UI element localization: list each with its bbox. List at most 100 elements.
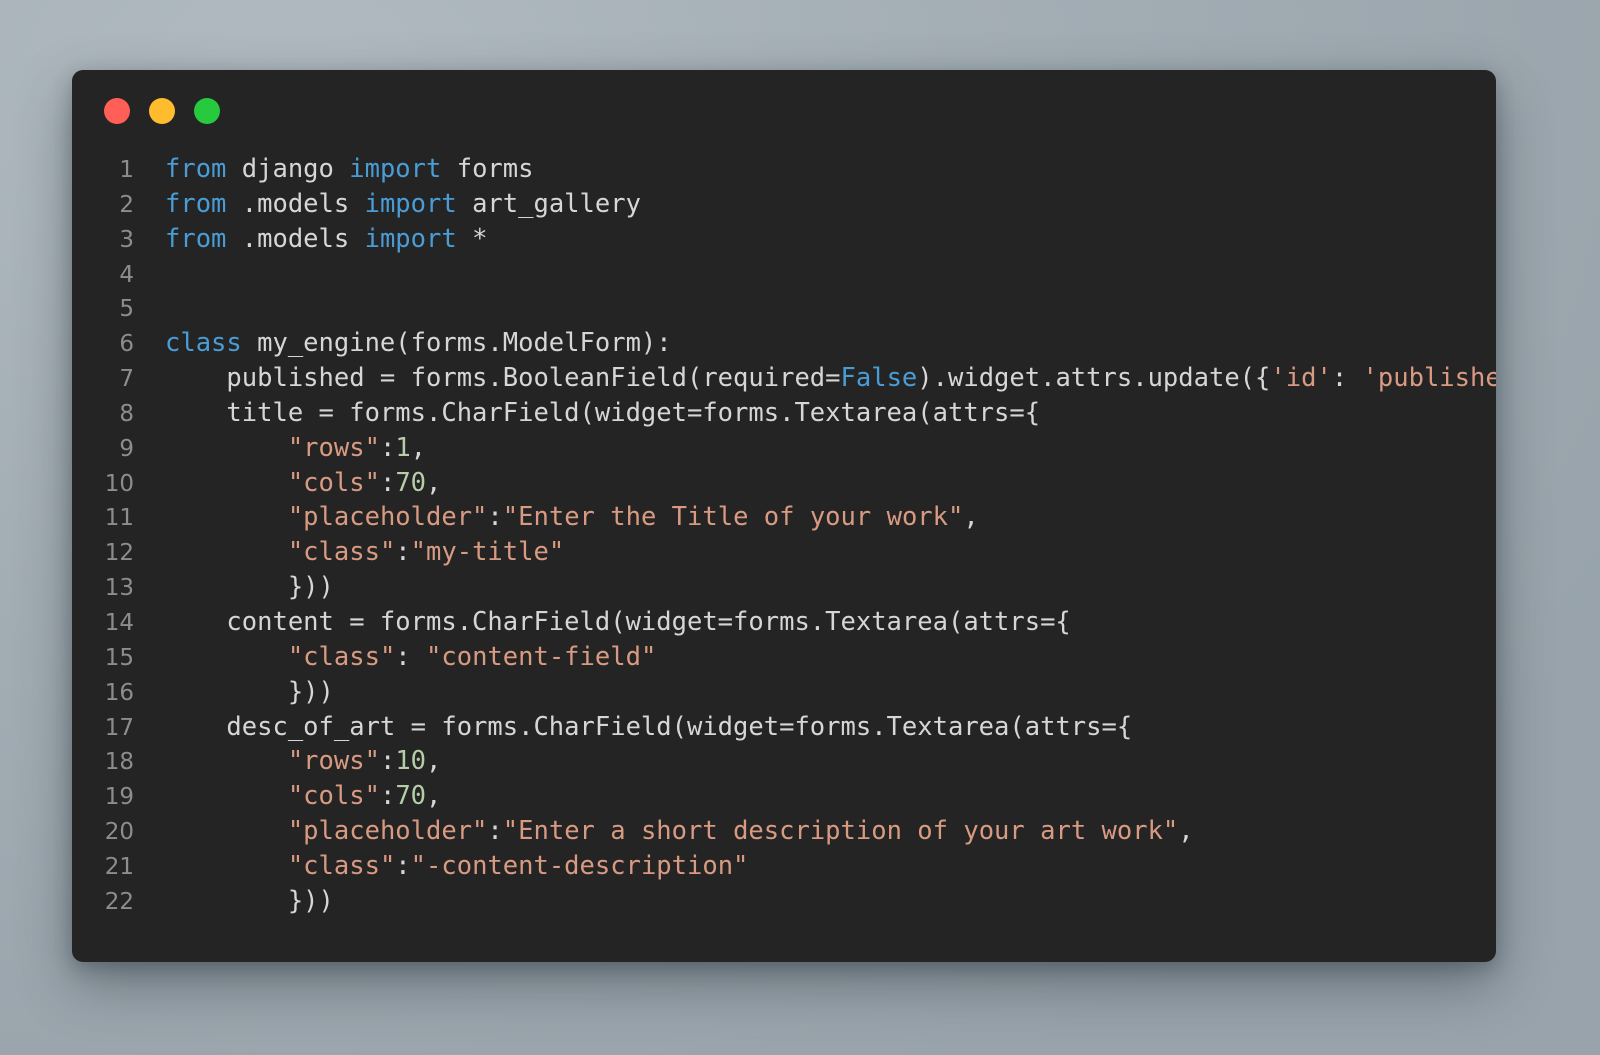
code-token: forms — [441, 154, 533, 184]
line-number: 22 — [72, 885, 134, 920]
code-line[interactable]: 20 "placeholder":"Enter a short descript… — [72, 814, 1496, 849]
code-token: "class" — [288, 537, 395, 567]
line-number: 8 — [72, 397, 134, 432]
line-number: 7 — [72, 362, 134, 397]
minimize-window-icon[interactable] — [149, 98, 175, 124]
line-number: 21 — [72, 850, 134, 885]
line-content: "rows":10, — [134, 744, 441, 779]
code-line[interactable]: 2from .models import art_gallery — [72, 187, 1496, 222]
code-line[interactable]: 21 "class":"-content-description" — [72, 849, 1496, 884]
code-line[interactable]: 19 "cols":70, — [72, 779, 1496, 814]
code-token — [165, 746, 288, 776]
code-line[interactable]: 11 "placeholder":"Enter the Title of you… — [72, 500, 1496, 535]
code-token: 1 — [395, 433, 410, 463]
line-content: "class":"-content-description" — [134, 849, 748, 884]
line-number: 3 — [72, 223, 134, 258]
window-titlebar — [72, 70, 1496, 152]
line-number: 15 — [72, 641, 134, 676]
code-token: "content-field" — [426, 642, 656, 672]
code-token: import — [349, 154, 441, 184]
code-token: .models — [226, 224, 364, 254]
code-line[interactable]: 4​ — [72, 257, 1496, 292]
code-token: "rows" — [288, 746, 380, 776]
line-number: 12 — [72, 536, 134, 571]
code-token: : — [487, 816, 502, 846]
code-token: * — [457, 224, 488, 254]
code-editor[interactable]: 1from django import forms2from .models i… — [72, 152, 1496, 919]
code-line[interactable]: 5​ — [72, 291, 1496, 326]
code-line[interactable]: 15 "class": "content-field" — [72, 640, 1496, 675]
code-line[interactable]: 17 desc_of_art = forms.CharField(widget=… — [72, 710, 1496, 745]
code-line[interactable]: 7 published = forms.BooleanField(require… — [72, 361, 1496, 396]
code-line[interactable]: 18 "rows":10, — [72, 744, 1496, 779]
line-content: "cols":70, — [134, 779, 441, 814]
code-line[interactable]: 6class my_engine(forms.ModelForm): — [72, 326, 1496, 361]
code-line[interactable]: 9 "rows":1, — [72, 431, 1496, 466]
code-token: "Enter a short description of your art w… — [503, 816, 1179, 846]
code-line[interactable]: 14 content = forms.CharField(widget=form… — [72, 605, 1496, 640]
code-line[interactable]: 13 })) — [72, 570, 1496, 605]
code-token: : — [395, 642, 426, 672]
code-token: from — [165, 224, 226, 254]
line-content: from .models import art_gallery — [134, 187, 641, 222]
code-token: title = forms.CharField(widget=forms.Tex… — [165, 398, 1040, 428]
code-token — [165, 851, 288, 881]
code-line[interactable]: 10 "cols":70, — [72, 466, 1496, 501]
code-token: 70 — [395, 781, 426, 811]
line-content: "class":"my-title" — [134, 535, 564, 570]
code-line[interactable]: 12 "class":"my-title" — [72, 535, 1496, 570]
code-token — [165, 537, 288, 567]
code-token — [165, 816, 288, 846]
code-token: , — [963, 502, 978, 532]
code-token: "Enter the Title of your work" — [503, 502, 964, 532]
code-token: from — [165, 189, 226, 219]
line-content: })) — [134, 675, 334, 710]
line-content: "cols":70, — [134, 466, 441, 501]
line-content: })) — [134, 570, 334, 605]
code-token: : — [380, 468, 395, 498]
maximize-window-icon[interactable] — [194, 98, 220, 124]
code-token — [165, 468, 288, 498]
line-number: 14 — [72, 606, 134, 641]
line-number: 6 — [72, 327, 134, 362]
code-token — [165, 502, 288, 532]
code-line[interactable]: 8 title = forms.CharField(widget=forms.T… — [72, 396, 1496, 431]
line-content: from .models import * — [134, 222, 487, 257]
line-content: from django import forms — [134, 152, 534, 187]
code-token: django — [226, 154, 349, 184]
code-token: 10 — [395, 746, 426, 776]
code-token: content = forms.CharField(widget=forms.T… — [165, 607, 1071, 637]
code-token: my_engine(forms.ModelForm): — [242, 328, 672, 358]
code-line[interactable]: 16 })) — [72, 675, 1496, 710]
code-token: "my-title" — [411, 537, 565, 567]
code-token — [165, 781, 288, 811]
line-content: desc_of_art = forms.CharField(widget=for… — [134, 710, 1132, 745]
line-number: 11 — [72, 501, 134, 536]
line-number: 1 — [72, 153, 134, 188]
code-token: 'published' — [1363, 363, 1496, 393]
close-window-icon[interactable] — [104, 98, 130, 124]
line-number: 10 — [72, 467, 134, 502]
code-token: , — [426, 746, 441, 776]
code-token: published = forms.BooleanField(required= — [165, 363, 841, 393]
code-token: : — [380, 433, 395, 463]
code-line[interactable]: 22 })) — [72, 884, 1496, 919]
code-token: import — [365, 224, 457, 254]
line-content: ​ — [134, 257, 165, 292]
code-token: .models — [226, 189, 364, 219]
code-token: "rows" — [288, 433, 380, 463]
code-token: : — [1332, 363, 1363, 393]
code-line[interactable]: 3from .models import * — [72, 222, 1496, 257]
code-window: 1from django import forms2from .models i… — [72, 70, 1496, 962]
line-content: "placeholder":"Enter a short description… — [134, 814, 1194, 849]
code-token: "-content-description" — [411, 851, 749, 881]
code-token: , — [426, 468, 441, 498]
line-content: "class": "content-field" — [134, 640, 656, 675]
code-token: "cols" — [288, 468, 380, 498]
code-line[interactable]: 1from django import forms — [72, 152, 1496, 187]
code-token: : — [395, 851, 410, 881]
code-token: })) — [165, 677, 334, 707]
line-content: class my_engine(forms.ModelForm): — [134, 326, 672, 361]
code-token: , — [411, 433, 426, 463]
code-token: 70 — [395, 468, 426, 498]
